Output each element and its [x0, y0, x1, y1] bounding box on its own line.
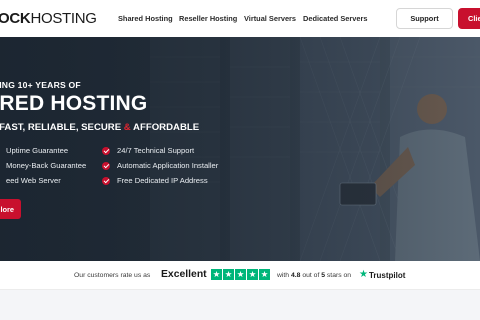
feature-dedicated-ip: Free Dedicated IP Address	[102, 176, 208, 185]
rating-detail-mid: out of	[300, 272, 322, 279]
check-circle-icon	[102, 146, 110, 155]
hero-datacenter-image	[0, 37, 480, 261]
star-icon: ★	[235, 269, 246, 280]
trustpilot-logo[interactable]: ★ Trustpilot	[359, 270, 405, 280]
support-button[interactable]: Support	[396, 8, 453, 29]
tagline-end: AFFORDABLE	[130, 122, 200, 133]
feature-label: Free Dedicated IP Address	[117, 176, 208, 185]
site-logo[interactable]: OCKHOSTING	[0, 10, 97, 27]
feature-label: eed Web Server	[6, 176, 61, 185]
feature-installer: Automatic Application Installer	[102, 161, 218, 170]
feature-label: Uptime Guarantee	[6, 146, 69, 155]
logo-thin-text: HOSTING	[30, 10, 97, 27]
rating-word: Excellent	[161, 269, 207, 280]
star-icon: ★	[211, 269, 222, 280]
star-icon: ★	[223, 269, 234, 280]
trustpilot-name: Trustpilot	[368, 270, 406, 280]
hero-tagline: S FAST, RELIABLE, SECURE & AFFORDABLE	[0, 122, 199, 133]
check-circle-icon	[102, 161, 110, 170]
feature-web-server: eed Web Server	[6, 176, 61, 185]
feature-label: 24/7 Technical Support	[117, 146, 195, 155]
feature-uptime: Uptime Guarantee	[6, 146, 68, 155]
feature-label: Automatic Application Installer	[117, 161, 219, 170]
hero-eyebrow: ATING 10+ YEARS OF	[0, 80, 81, 90]
hero-headline: ARED HOSTING	[0, 92, 148, 115]
star-icon: ★	[247, 269, 258, 280]
rating-stars: ★ ★ ★ ★ ★	[211, 269, 270, 280]
nav-reseller-hosting[interactable]: Reseller Hosting	[179, 14, 237, 23]
check-circle-icon	[102, 176, 110, 185]
tagline-ampersand: &	[123, 122, 131, 133]
rating-detail-prefix: with	[277, 272, 291, 279]
feature-label: Money-Back Guarantee	[6, 161, 87, 170]
rating-detail: with 4.8 out of 5 stars on	[277, 272, 351, 279]
next-section	[0, 290, 480, 320]
logo-bold-text: OCK	[0, 10, 31, 27]
hero-banner: ATING 10+ YEARS OF ARED HOSTING S FAST, …	[0, 37, 480, 261]
rating-detail-suffix: stars on	[325, 272, 352, 279]
trustpilot-star-icon: ★	[359, 269, 368, 280]
feature-money-back: Money-Back Guarantee	[6, 161, 86, 170]
nav-dedicated-servers[interactable]: Dedicated Servers	[303, 14, 368, 23]
client-area-button[interactable]: Clie	[458, 8, 480, 29]
star-icon: ★	[259, 269, 270, 280]
nav-virtual-servers[interactable]: Virtual Servers	[244, 14, 296, 23]
site-header: OCKHOSTING Shared Hosting Reseller Hosti…	[0, 0, 480, 37]
tagline-main: S FAST, RELIABLE, SECURE	[0, 122, 124, 133]
nav-shared-hosting[interactable]: Shared Hosting	[118, 14, 173, 23]
trustpilot-rating-bar: Our customers rate us as Excellent ★ ★ ★…	[0, 261, 480, 290]
rating-intro: Our customers rate us as	[74, 272, 151, 279]
learn-more-button[interactable]: lore	[0, 199, 21, 219]
feature-support: 24/7 Technical Support	[102, 146, 194, 155]
